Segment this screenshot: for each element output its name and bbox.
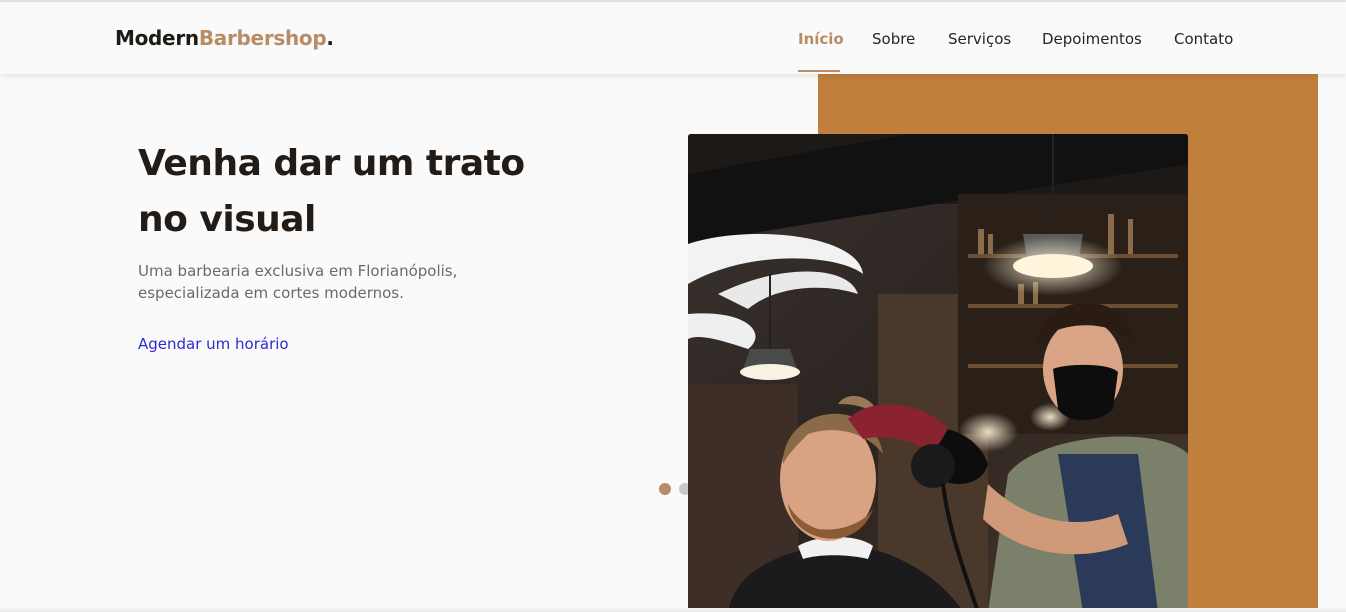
nav-item-contato[interactable]: Contato (1174, 30, 1233, 48)
schedule-appointment-link[interactable]: Agendar um horário (138, 335, 289, 353)
nav-active-indicator (798, 70, 840, 72)
main-nav: Início Sobre Serviços Depoimentos Contat… (0, 30, 1346, 74)
hero-subtitle-line2: especializada em cortes modernos. (138, 284, 404, 302)
hero-title-line2: no visual (138, 199, 316, 240)
carousel-dot-1[interactable] (659, 483, 671, 495)
hero-subtitle-line1: Uma barbearia exclusiva em Florianópolis… (138, 262, 458, 280)
nav-item-servicos[interactable]: Serviços (948, 30, 1011, 48)
hero-title-line1: Venha dar um trato (138, 143, 525, 184)
nav-item-inicio[interactable]: Início (798, 30, 844, 48)
hero-photo (688, 134, 1188, 612)
barbershop-photo-illustration (688, 134, 1188, 612)
nav-item-sobre[interactable]: Sobre (872, 30, 915, 48)
hero-title: Venha dar um trato no visual (138, 136, 598, 248)
nav-item-depoimentos[interactable]: Depoimentos (1042, 30, 1142, 48)
hero-subtitle: Uma barbearia exclusiva em Florianópolis… (138, 260, 498, 304)
site-header: ModernBarbershop. Início Sobre Serviços … (0, 2, 1346, 74)
page-bottom-edge (0, 608, 1346, 612)
